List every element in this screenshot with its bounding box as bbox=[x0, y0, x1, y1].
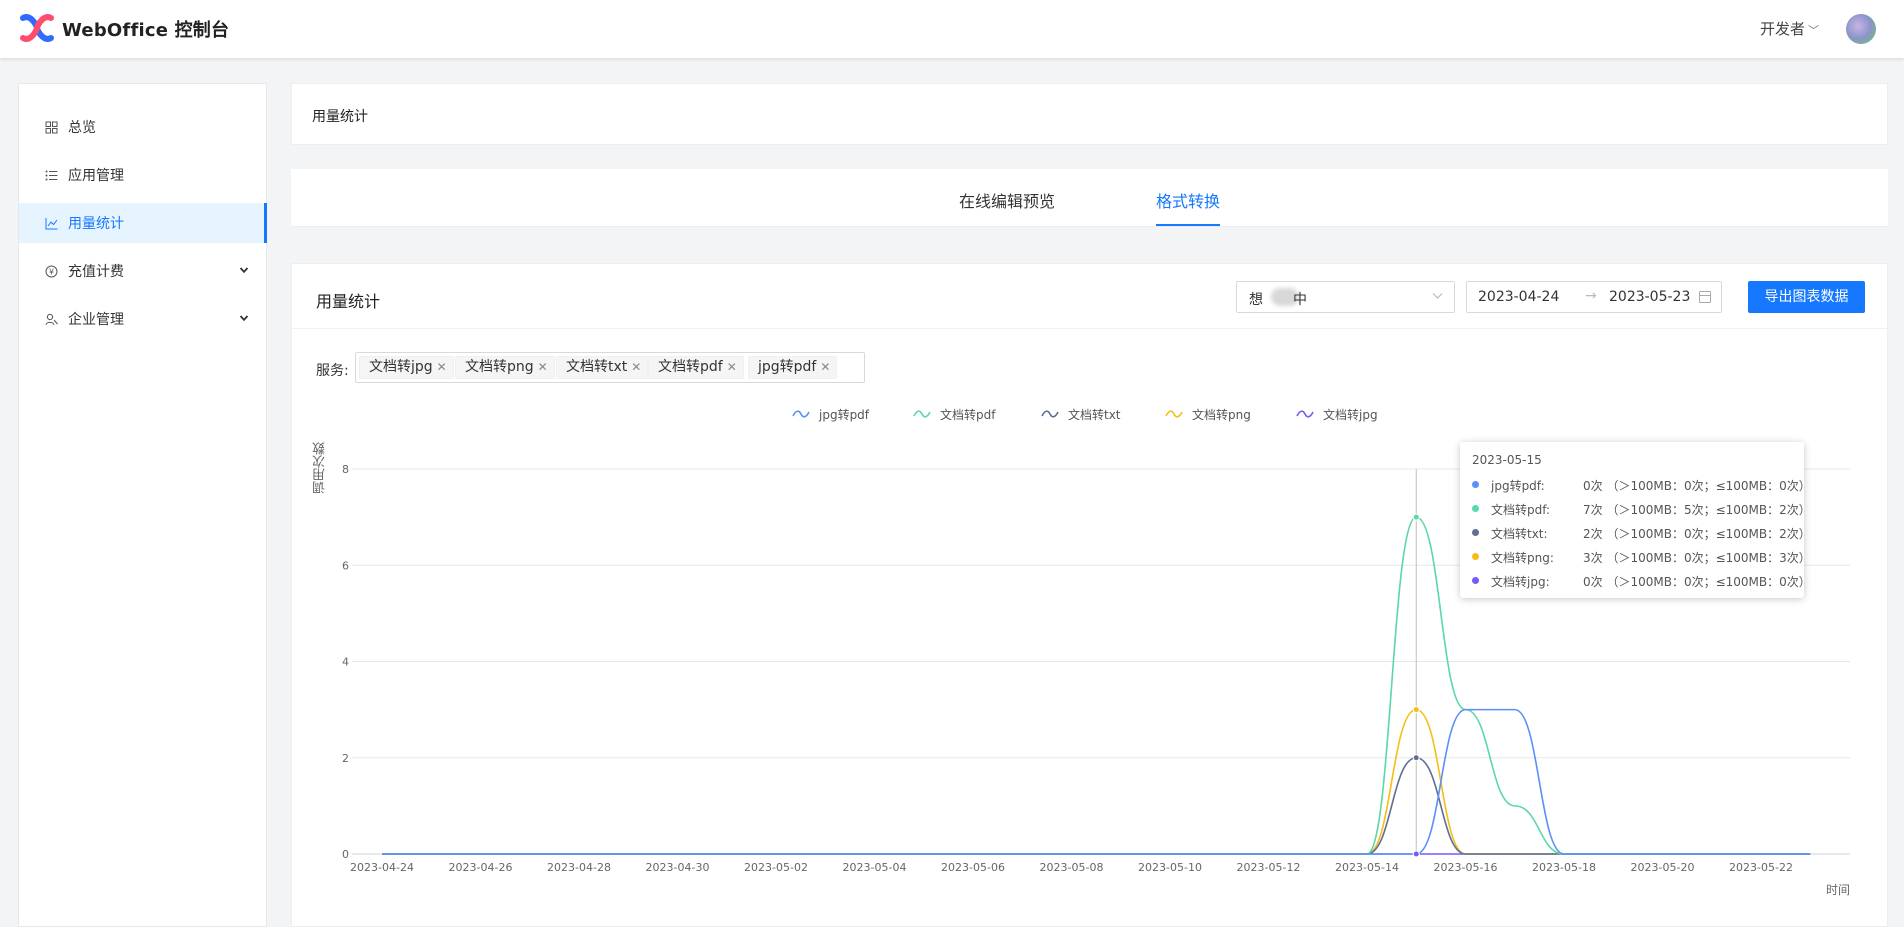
user-role-label: 开发者 bbox=[1760, 20, 1806, 38]
sidebar-item-label: 应用管理 bbox=[68, 168, 124, 184]
tab-format-conversion[interactable]: 格式转换 bbox=[1156, 188, 1220, 212]
y-tick-label: 2 bbox=[342, 752, 349, 765]
sidebar-item-label: 用量统计 bbox=[68, 216, 124, 232]
x-tick-label: 2023-05-04 bbox=[843, 861, 907, 874]
sidebar-item-label: 总览 bbox=[68, 120, 96, 136]
x-tick-label: 2023-05-02 bbox=[744, 861, 808, 874]
series-dot-icon bbox=[1472, 481, 1479, 488]
y-tick-label: 0 bbox=[342, 848, 349, 861]
series-dot-icon bbox=[1472, 577, 1479, 584]
x-tick-label: 2023-05-12 bbox=[1237, 861, 1301, 874]
team-icon bbox=[44, 312, 58, 326]
data-point bbox=[1412, 706, 1420, 714]
sidebar-item-usage[interactable]: 用量统计 bbox=[19, 203, 267, 243]
data-point bbox=[1412, 754, 1420, 762]
y-tick-label: 8 bbox=[342, 463, 349, 476]
y-tick-label: 6 bbox=[342, 559, 349, 572]
tooltip-series-value: 7次 （＞100MB：5次；≤100MB：2次） bbox=[1583, 503, 1811, 517]
chevron-down-icon bbox=[239, 312, 249, 326]
data-point bbox=[1412, 850, 1420, 858]
x-tick-label: 2023-05-22 bbox=[1729, 861, 1793, 874]
chevron-down-icon: ﹀ bbox=[1808, 24, 1820, 37]
x-tick-label: 2023-04-26 bbox=[449, 861, 513, 874]
line-chart-icon bbox=[44, 216, 58, 230]
series-dot-icon bbox=[1472, 505, 1479, 512]
chart-tooltip: 2023-05-15 jpg转pdf: 0次 （＞100MB：0次；≤100MB… bbox=[1460, 442, 1811, 598]
tooltip-series-value: 2次 （＞100MB：0次；≤100MB：2次） bbox=[1583, 527, 1811, 541]
series-line bbox=[382, 708, 1811, 855]
sidebar: 总览 应用管理 用量统计 ¥ 充值计费 企业管理 bbox=[18, 83, 267, 927]
x-tick-label: 2023-04-24 bbox=[350, 861, 414, 874]
series-dot-icon bbox=[1472, 553, 1479, 560]
x-tick-label: 2023-05-10 bbox=[1138, 861, 1202, 874]
svg-text:¥: ¥ bbox=[48, 267, 53, 276]
sidebar-item-enterprise[interactable]: 企业管理 bbox=[19, 299, 267, 339]
x-axis-title: 时间 bbox=[1826, 883, 1850, 897]
page-title: 用量统计 bbox=[312, 109, 368, 125]
tab-online-edit-preview[interactable]: 在线编辑预览 bbox=[959, 188, 1055, 212]
x-tick-label: 2023-04-28 bbox=[547, 861, 611, 874]
sidebar-item-overview[interactable]: 总览 bbox=[19, 107, 267, 147]
user-role-dropdown[interactable]: 开发者 ﹀ bbox=[1760, 18, 1819, 39]
x-tick-label: 2023-05-08 bbox=[1040, 861, 1104, 874]
tooltip-series-name: 文档转pdf: bbox=[1491, 503, 1551, 517]
usage-card: 用量统计 想 中 2023-04-24 → 2023-05-23 导出图表数据 … bbox=[291, 263, 1889, 927]
app-title: WebOffice 控制台 bbox=[62, 20, 230, 41]
tooltip-series-name: 文档转txt: bbox=[1491, 527, 1548, 541]
x-tick-label: 2023-05-06 bbox=[941, 861, 1005, 874]
tooltip-series-name: jpg转pdf: bbox=[1491, 479, 1545, 493]
tooltip-series-value: 0次 （＞100MB：0次；≤100MB：0次） bbox=[1583, 479, 1811, 493]
top-bar: WebOffice 控制台 开发者 ﹀ bbox=[0, 0, 1904, 58]
page-header: 用量统计 bbox=[291, 83, 1888, 145]
list-icon bbox=[44, 168, 58, 182]
series-line bbox=[382, 708, 1811, 855]
x-tick-label: 2023-05-18 bbox=[1532, 861, 1596, 874]
avatar[interactable] bbox=[1846, 14, 1876, 44]
y-tick-label: 4 bbox=[342, 656, 349, 669]
tooltip-series-value: 0次 （＞100MB：0次；≤100MB：0次） bbox=[1583, 575, 1811, 589]
series-dot-icon bbox=[1472, 529, 1479, 536]
sidebar-item-label: 企业管理 bbox=[68, 312, 124, 328]
chevron-down-icon bbox=[239, 264, 249, 278]
grid-icon bbox=[44, 120, 58, 134]
tooltip-series-value: 3次 （＞100MB：0次；≤100MB：3次） bbox=[1583, 551, 1811, 565]
sidebar-item-apps[interactable]: 应用管理 bbox=[19, 155, 267, 195]
active-tab-indicator bbox=[1156, 224, 1220, 226]
sidebar-item-label: 充值计费 bbox=[68, 264, 124, 280]
coin-icon: ¥ bbox=[44, 264, 58, 278]
tooltip-date: 2023-05-15 bbox=[1472, 453, 1542, 467]
tab-bar: 在线编辑预览 格式转换 bbox=[291, 169, 1888, 227]
series-line bbox=[382, 756, 1811, 855]
x-tick-label: 2023-04-30 bbox=[646, 861, 710, 874]
tooltip-series-name: 文档转jpg: bbox=[1491, 575, 1550, 589]
x-tick-label: 2023-05-14 bbox=[1335, 861, 1399, 874]
weboffice-logo-icon[interactable] bbox=[20, 14, 54, 42]
data-point bbox=[1412, 513, 1420, 521]
sidebar-item-billing[interactable]: ¥ 充值计费 bbox=[19, 251, 267, 291]
x-tick-label: 2023-05-16 bbox=[1434, 861, 1498, 874]
tooltip-series-name: 文档转png: bbox=[1491, 551, 1554, 565]
x-tick-label: 2023-05-20 bbox=[1631, 861, 1695, 874]
